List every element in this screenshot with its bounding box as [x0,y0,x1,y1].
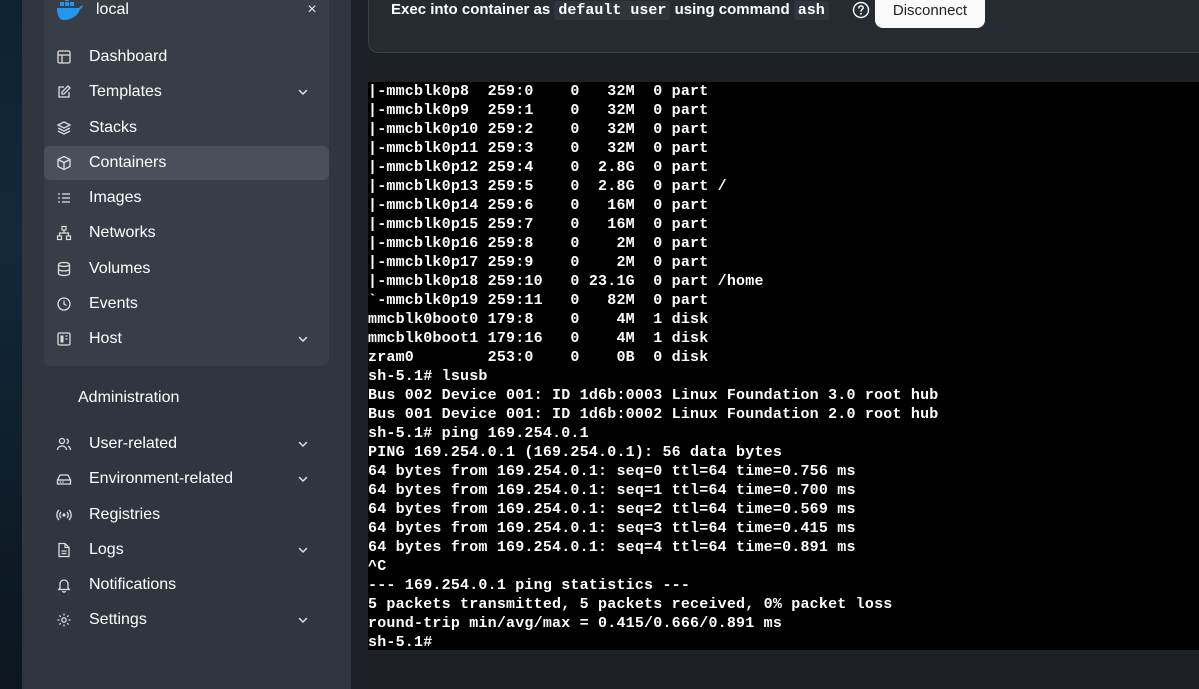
terminal[interactable]: |-mmcblk0p8 259:0 0 32M 0 part |-mmcblk0p… [368,82,1199,651]
terminal-line: sh-5.1# lsusb [368,368,488,385]
nav-item-label: Logs [89,540,124,558]
chevron-down-icon[interactable] [297,333,309,345]
terminal-line: `-mmcblk0p19 259:11 0 82M 0 part [368,292,709,309]
edit-icon [56,84,72,100]
terminal-line: ^C [368,558,387,575]
environment-name: local [96,1,129,18]
nav-item-images[interactable]: Images [44,181,329,215]
desktop-edge [0,0,22,689]
nav-item-label: Networks [89,224,156,242]
nav-item-label: Notifications [89,576,177,593]
terminal-line: |-mmcblk0p17 259:9 0 2M 0 part [368,254,709,271]
nav-item-registries[interactable]: Registries [44,498,329,532]
terminal-line: |-mmcblk0p9 259:1 0 32M 0 part [368,102,709,119]
terminal-line: PING 169.254.0.1 (169.254.0.1): 56 data … [368,444,783,461]
terminal-line: |-mmcblk0p16 259:8 0 2M 0 part [368,235,709,252]
terminal-line: mmcblk0boot1 179:16 0 4M 1 disk [368,330,709,347]
nav-item-label: Dashboard [89,48,168,65]
terminal-line: |-mmcblk0p11 259:3 0 32M 0 part [368,140,709,157]
host-icon [56,331,72,347]
gear-icon [56,612,72,628]
terminal-line: 64 bytes from 169.254.0.1: seq=1 ttl=64 … [368,482,856,499]
nav-item-label: Stacks [89,118,138,136]
dashboard-icon [56,49,72,65]
nav-item-label: User-related [89,435,178,452]
terminal-line: sh-5.1# ping 169.254.0.1 [368,425,589,442]
terminal-line: |-mmcblk0p12 259:4 0 2.8G 0 part [368,159,709,176]
clock-icon [56,296,72,312]
terminal-line: mmcblk0boot0 179:8 0 4M 1 disk [368,311,709,328]
terminal-line: |-mmcblk0p8 259:0 0 32M 0 part [368,83,709,100]
terminal-line: 64 bytes from 169.254.0.1: seq=3 ttl=64 … [368,520,856,537]
box-icon [56,155,72,171]
nav-item-stacks[interactable]: Stacks [44,111,329,145]
nav-item-label: Events [89,294,138,312]
terminal-line: sh-5.1# [368,634,433,651]
terminal-line: |-mmcblk0p15 259:7 0 16M 0 part [368,216,709,233]
hard-drive-icon [56,471,72,487]
nav-item-templates[interactable]: Templates [44,75,329,109]
exec-description: Exec into container as default user usin… [391,0,829,20]
nav-item-containers[interactable]: Containers [44,145,329,180]
nav-item-networks[interactable]: Networks [44,216,329,250]
help-icon[interactable] [852,1,870,19]
terminal-line: |-mmcblk0p13 259:5 0 2.8G 0 part / [368,178,727,195]
chevron-down-icon[interactable] [297,614,309,626]
terminal-line: 64 bytes from 169.254.0.1: seq=2 ttl=64 … [368,501,856,518]
nav-item-user-related[interactable]: User-related [44,427,329,461]
exec-command: ash [793,1,829,20]
terminal-line: Bus 001 Device 001: ID 1d6b:0002 Linux F… [368,406,939,423]
chevron-down-icon[interactable] [297,86,309,98]
chevron-down-icon[interactable] [297,544,309,556]
nav-item-label: Registries [89,505,161,523]
terminal-line: zram0 253:0 0 0B 0 disk [368,349,709,366]
nav-item-dashboard[interactable]: Dashboard [44,40,329,74]
exec-middle: using command [674,1,790,18]
nav-item-host[interactable]: Host [44,322,329,356]
administration-heading: Administration [78,389,180,406]
close-environment-button[interactable]: × [302,0,322,20]
bell-icon [56,577,72,593]
chevron-down-icon[interactable] [297,438,309,450]
nav-item-events[interactable]: Events [44,287,329,321]
nav-item-volumes[interactable]: Volumes [44,252,329,286]
disconnect-button[interactable]: Disconnect [875,0,985,28]
nav-item-settings[interactable]: Settings [44,603,329,637]
database-icon [56,261,72,277]
terminal-line: |-mmcblk0p18 259:10 0 23.1G 0 part /home [368,273,764,290]
nav-item-label: Templates [89,83,162,101]
network-icon [56,225,72,241]
nav-item-label: Host [89,330,122,347]
terminal-line: round-trip min/avg/max = 0.415/0.666/0.8… [368,615,783,632]
environment-header: local × [44,0,329,26]
terminal-line: 64 bytes from 169.254.0.1: seq=0 ttl=64 … [368,463,856,480]
environment-panel: local × Dashboard Templates Stacks Containe… [44,0,329,366]
terminal-line: |-mmcblk0p10 259:2 0 32M 0 part [368,121,709,138]
users-icon [56,436,72,452]
terminal-line: 64 bytes from 169.254.0.1: seq=4 ttl=64 … [368,539,856,556]
terminal-line: 5 packets transmitted, 5 packets receive… [368,596,893,613]
nav-item-label: Images [89,189,142,206]
nav-item-label: Volumes [89,259,151,277]
layers-icon [56,120,72,136]
nav-item-notifications[interactable]: Notifications [44,568,329,602]
docker-whale-icon [56,0,84,22]
nav-item-label: Settings [89,611,147,629]
main-content: Exec into container as default user usin… [351,0,1199,689]
list-icon [56,190,72,206]
terminal-line: Bus 002 Device 001: ID 1d6b:0003 Linux F… [368,387,939,404]
terminal-line: |-mmcblk0p14 259:6 0 16M 0 part [368,197,709,214]
exec-user: default user [554,1,671,20]
chevron-down-icon[interactable] [297,473,309,485]
file-text-icon [56,542,72,558]
terminal-line: --- 169.254.0.1 ping statistics --- [368,577,691,594]
radio-icon [56,507,72,523]
nav-item-label: Containers [89,153,167,171]
exec-card: Exec into container as default user usin… [368,0,1199,53]
nav-item-label: Environment-related [89,470,234,488]
nav-item-logs[interactable]: Logs [44,533,329,567]
exec-prefix: Exec into container as [391,1,551,18]
nav-item-environment-related[interactable]: Environment-related [44,462,329,496]
sidebar: local × Dashboard Templates Stacks Containe… [22,0,351,689]
